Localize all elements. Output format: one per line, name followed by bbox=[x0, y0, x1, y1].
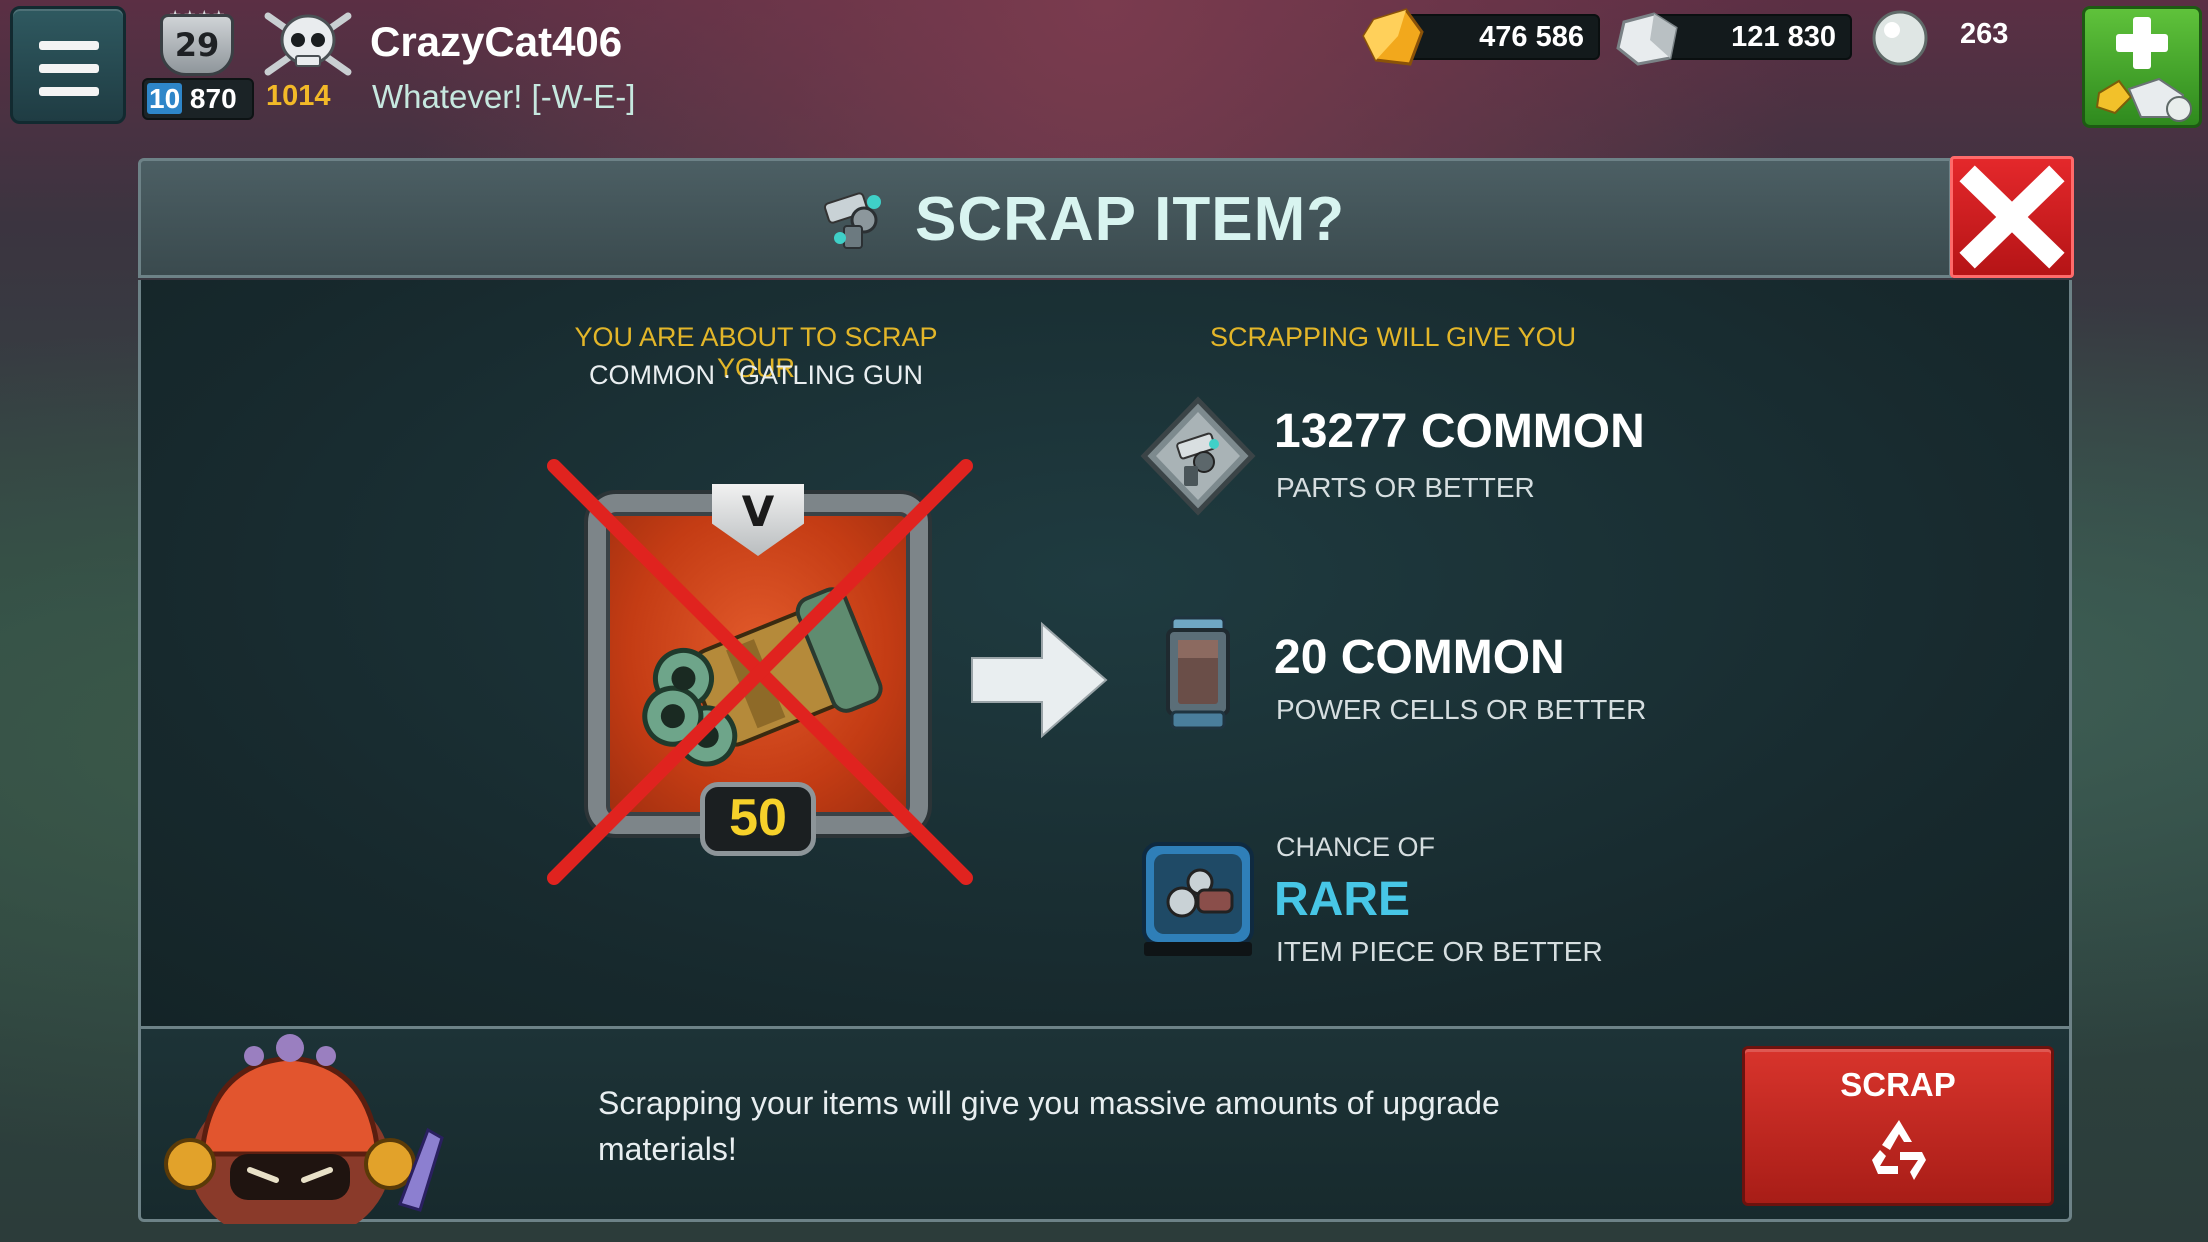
reward-parts-desc: PARTS OR BETTER bbox=[1276, 472, 1535, 503]
reward-power-cells-amount: 20 COMMON bbox=[1274, 631, 1565, 684]
dialog-title: SCRAP ITEM? bbox=[915, 185, 1346, 254]
trophy-value-rest: 870 bbox=[182, 83, 237, 114]
gold-icon bbox=[1362, 8, 1424, 66]
cross-out-icon bbox=[547, 459, 973, 885]
store-button[interactable] bbox=[2082, 6, 2202, 128]
plus-resources-icon bbox=[2095, 17, 2192, 122]
power-cell-icon bbox=[1166, 616, 1230, 730]
rank-value: 29 bbox=[174, 26, 220, 64]
close-icon bbox=[1959, 165, 2065, 269]
skull-score: 1014 bbox=[266, 80, 331, 112]
scrap-item-name: COMMON · GATLING GUN bbox=[589, 360, 923, 390]
silver-counter[interactable]: 121 830 bbox=[1650, 14, 1852, 60]
recycle-icon[interactable] bbox=[1864, 1114, 1934, 1184]
menu-icon-bar bbox=[39, 64, 99, 73]
arrow-right-icon bbox=[971, 621, 1108, 739]
menu-button[interactable] bbox=[10, 6, 126, 124]
reward-power-cells-desc: POWER CELLS OR BETTER bbox=[1276, 694, 1647, 725]
scrap-button-label[interactable]: SCRAP bbox=[1742, 1066, 2054, 1104]
trophy-counter: 10 870 bbox=[142, 78, 254, 120]
item-piece-icon bbox=[1142, 842, 1254, 956]
reward-parts-amount: 13277 COMMON bbox=[1274, 405, 1645, 458]
reward-chance-label: CHANCE OF bbox=[1276, 832, 1436, 862]
footer-tip-text: Scrapping your items will give you massi… bbox=[598, 1085, 1500, 1167]
gold-value: 476 586 bbox=[1479, 21, 1584, 53]
silver-value: 121 830 bbox=[1731, 21, 1836, 53]
pearl-value: 263 bbox=[1960, 18, 2009, 50]
reward-rarity: RARE bbox=[1274, 873, 1411, 926]
parts-icon bbox=[1140, 396, 1256, 516]
menu-icon bbox=[39, 41, 99, 50]
trophy-value-highlight: 10 bbox=[147, 83, 183, 114]
menu-icon-bar bbox=[39, 87, 99, 96]
player-name[interactable]: CrazyCat406 bbox=[370, 18, 622, 66]
mascot-character-icon bbox=[164, 1034, 444, 1224]
silver-icon bbox=[1616, 12, 1678, 66]
close-button[interactable] bbox=[1950, 156, 2074, 278]
rewards-heading: SCRAPPING WILL GIVE YOU bbox=[1210, 322, 1577, 352]
skull-icon bbox=[264, 12, 352, 76]
clan-name[interactable]: Whatever! [-W-E-] bbox=[372, 78, 635, 116]
pearl-icon bbox=[1872, 10, 1928, 66]
reward-item-piece-desc: ITEM PIECE OR BETTER bbox=[1276, 936, 1603, 967]
parts-icon bbox=[823, 192, 881, 249]
rank-badge: 29 bbox=[160, 14, 234, 76]
